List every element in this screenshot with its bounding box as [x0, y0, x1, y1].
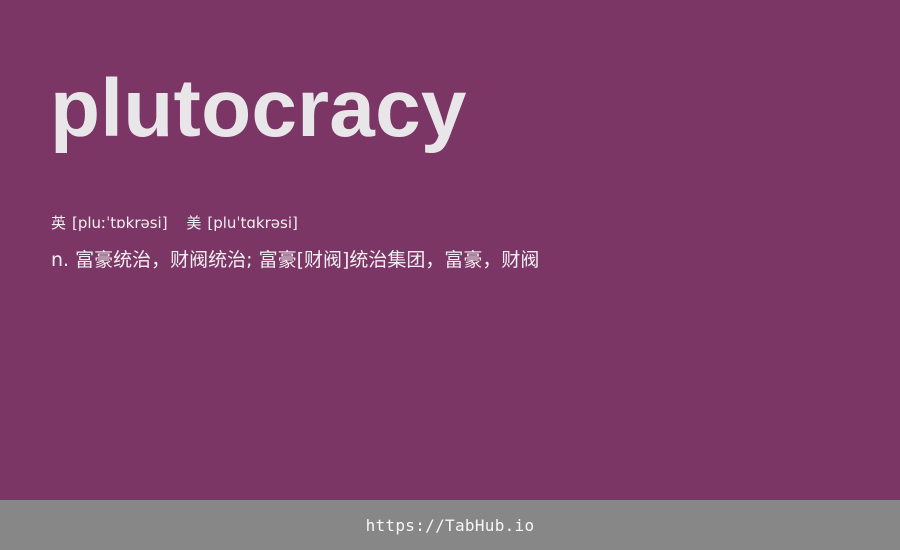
phonetic-uk: 英 [pluːˈtɒkrəsi] — [51, 212, 168, 234]
word-title: plutocracy — [50, 63, 467, 154]
phonetics-row: 英 [pluːˈtɒkrəsi] 美 [pluˈtɑkrəsi] — [51, 212, 312, 234]
phonetic-us-label: 美 — [186, 214, 202, 232]
phonetic-us: 美 [pluˈtɑkrəsi] — [186, 212, 298, 234]
definition-text: n. 富豪统治，财阀统治; 富豪[财阀]统治集团，富豪，财阀 — [51, 249, 540, 271]
phonetic-uk-ipa: [pluːˈtɒkrəsi] — [72, 214, 168, 232]
phonetic-uk-label: 英 — [51, 214, 67, 232]
footer-bar: https://TabHub.io — [0, 500, 900, 550]
tabhub-link[interactable]: https://TabHub.io — [366, 516, 535, 535]
word-card: plutocracy 英 [pluːˈtɒkrəsi] 美 [pluˈtɑkrəsi… — [0, 0, 900, 500]
phonetic-us-ipa: [pluˈtɑkrəsi] — [207, 214, 298, 232]
